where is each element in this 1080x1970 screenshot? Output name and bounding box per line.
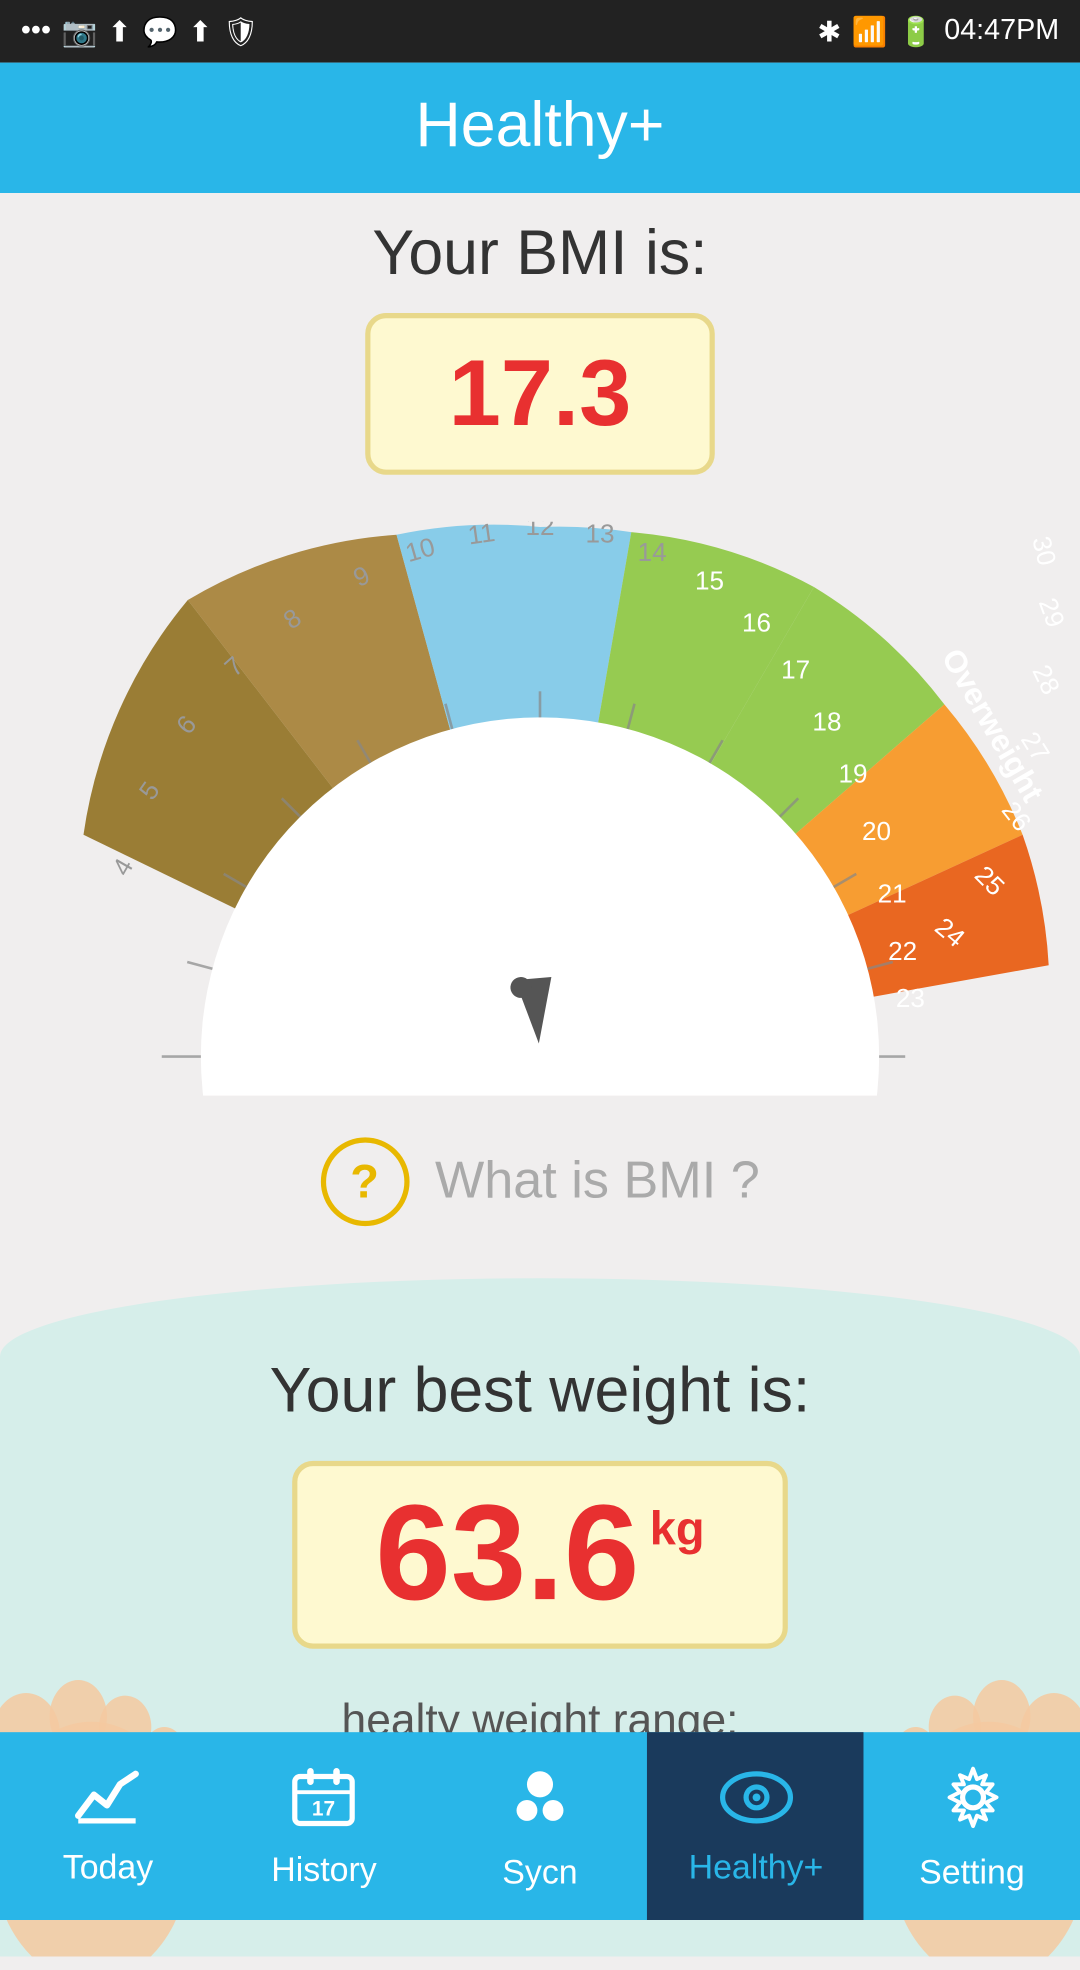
battery-icon: 🔋 <box>898 14 934 48</box>
sync-icon <box>506 1762 574 1840</box>
svg-text:29: 29 <box>1033 594 1071 632</box>
healthy-label: Healthy+ <box>689 1846 824 1885</box>
nav-item-today[interactable]: Today <box>0 1732 216 1920</box>
app-title: Healthy+ <box>416 91 665 164</box>
svg-text:22: 22 <box>888 936 917 966</box>
svg-text:16: 16 <box>742 607 771 637</box>
weight-value-box: 63.6 kg <box>292 1461 788 1649</box>
svg-text:13: 13 <box>585 522 614 549</box>
today-icon <box>74 1767 142 1835</box>
bmi-value: 17.3 <box>449 339 632 446</box>
svg-text:17: 17 <box>781 654 810 684</box>
nav-item-history[interactable]: 17 History <box>216 1732 432 1920</box>
svg-text:30: 30 <box>1026 533 1062 568</box>
bluetooth-icon: ✱ <box>817 14 841 48</box>
svg-text:15: 15 <box>695 566 724 596</box>
signal-icon: 📶 <box>852 14 888 48</box>
svg-text:19: 19 <box>839 759 868 789</box>
bmi-label: Your BMI is: <box>365 219 715 292</box>
svg-text:11: 11 <box>466 522 497 551</box>
weight-unit: kg <box>650 1503 705 1558</box>
healthy-icon <box>717 1767 795 1835</box>
svg-text:21: 21 <box>878 879 907 909</box>
setting-label: Setting <box>919 1851 1025 1890</box>
bmi-value-box: 17.3 <box>365 313 715 475</box>
status-bar: ••• 📷 ⬆ 💬 ⬆ 🛡 ✱ 📶 🔋 04:47PM <box>0 0 1080 63</box>
app-header: Healthy+ <box>0 63 1080 193</box>
shield-icon: 🛡 <box>223 14 259 48</box>
sync-label: Sycn <box>502 1851 577 1890</box>
svg-text:14: 14 <box>638 537 667 567</box>
question-mark: ? <box>350 1154 379 1209</box>
bmi-info-text: What is BMI ? <box>435 1152 760 1212</box>
arrow-up-icon: ⬆ <box>188 14 212 48</box>
bottom-navigation: Today 17 History Sycn <box>0 1732 1080 1920</box>
bmi-section: Your BMI is: 17.3 <box>0 193 1080 1096</box>
svg-text:28: 28 <box>1027 660 1067 699</box>
svg-text:17: 17 <box>312 1796 335 1819</box>
nav-item-sync[interactable]: Sycn <box>432 1732 648 1920</box>
question-circle-icon: ? <box>320 1137 409 1226</box>
status-icons-right: ✱ 📶 🔋 04:47PM <box>817 14 1059 48</box>
nav-item-setting[interactable]: Setting <box>864 1732 1080 1920</box>
photo-icon: 📷 <box>61 14 97 48</box>
bmi-gauge: 4 5 6 7 8 9 10 11 12 13 14 15 16 17 18 1… <box>0 522 1080 1096</box>
time-display: 04:47PM <box>944 16 1059 47</box>
weight-label: Your best weight is: <box>270 1357 811 1430</box>
svg-text:20: 20 <box>862 816 891 846</box>
bmi-info-row[interactable]: ? What is BMI ? <box>320 1137 760 1226</box>
notification-dots: ••• <box>21 16 51 47</box>
setting-icon <box>938 1762 1006 1840</box>
svg-text:12: 12 <box>525 522 554 541</box>
svg-text:18: 18 <box>812 706 841 736</box>
upload-icon: ⬆ <box>108 14 132 48</box>
wechat-icon: 💬 <box>142 14 178 48</box>
status-icons-left: ••• 📷 ⬆ 💬 ⬆ 🛡 <box>21 14 259 48</box>
today-label: Today <box>63 1846 154 1885</box>
history-icon: 17 <box>290 1765 358 1838</box>
nav-item-healthy[interactable]: Healthy+ <box>648 1732 864 1920</box>
history-label: History <box>271 1848 377 1887</box>
main-content: Your BMI is: 17.3 <box>0 193 1080 1956</box>
svg-text:23: 23 <box>896 983 925 1013</box>
weight-value: 63.6 <box>375 1487 639 1623</box>
